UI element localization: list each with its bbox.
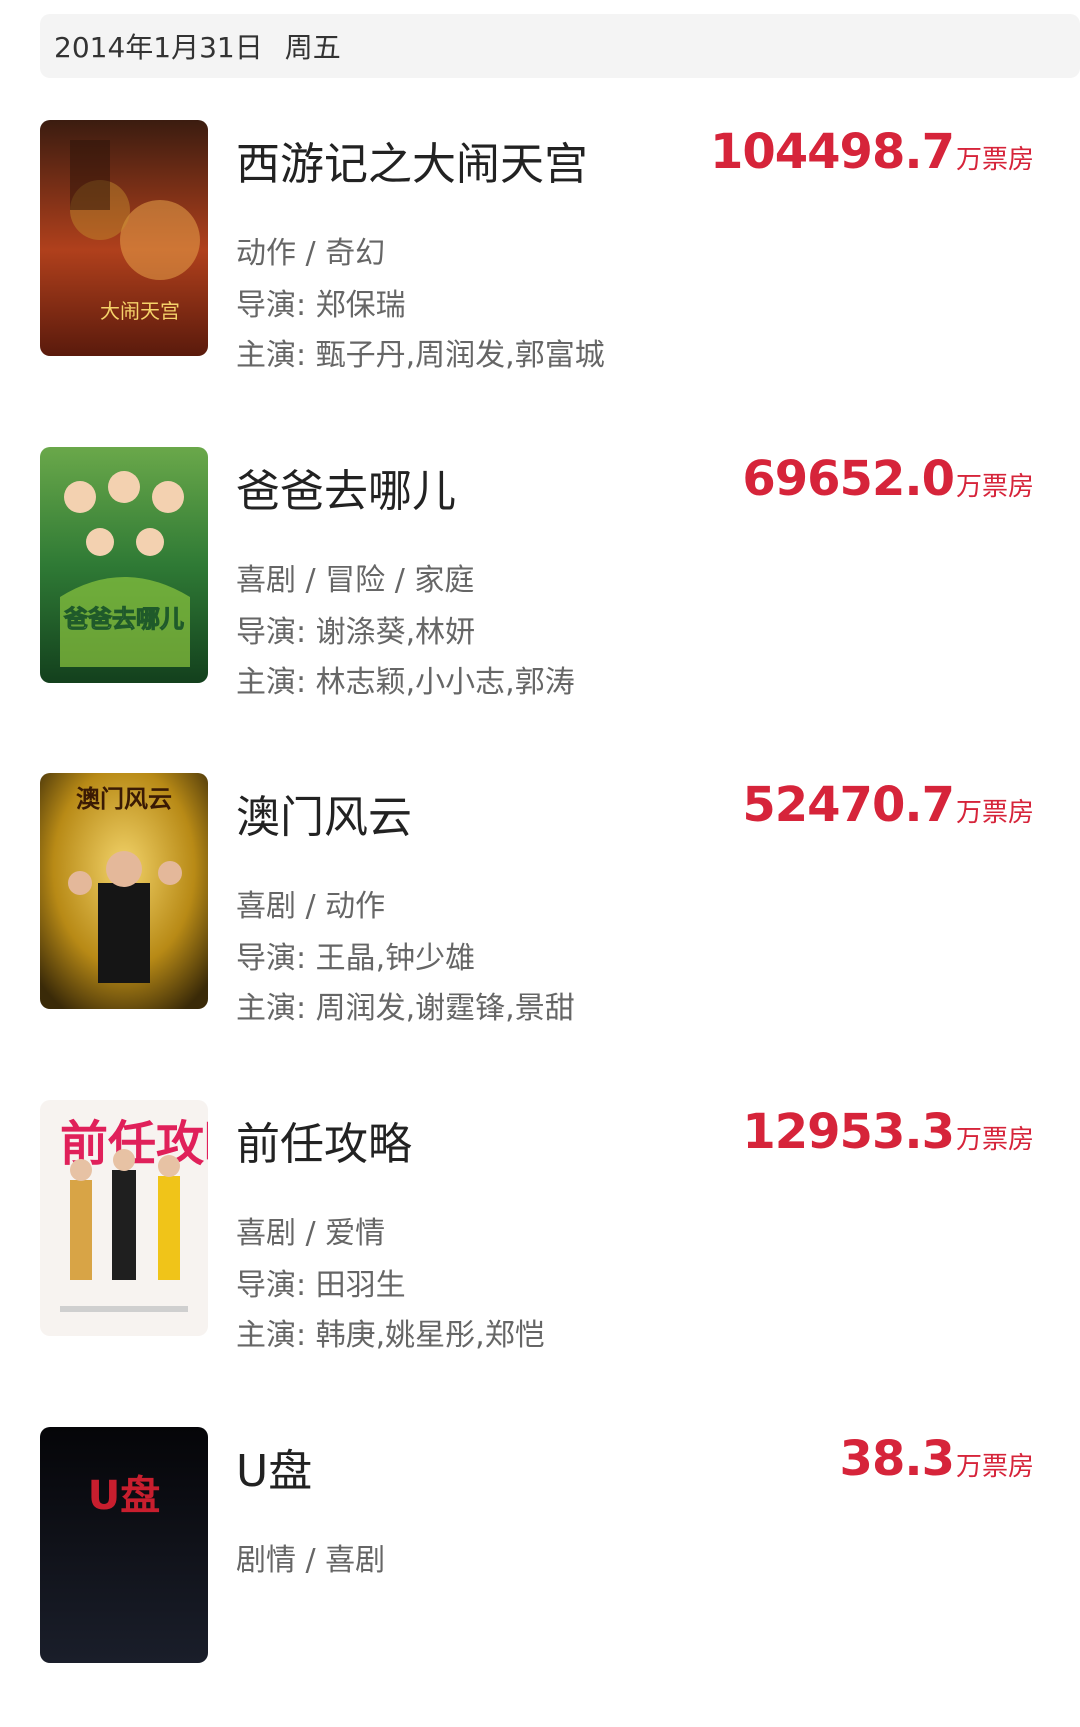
movie-poster[interactable]: 澳门风云 [40, 773, 208, 1009]
poster-title-text: 爸爸去哪儿 [63, 605, 184, 633]
box-office-unit: 万票房 [955, 472, 1034, 502]
poster-image: U盘 [40, 1427, 208, 1663]
movie-director: 导演: 谢涤葵,林妍 [236, 615, 476, 650]
movie-cast: 主演: 甄子丹,周润发,郭富城 [236, 338, 605, 373]
box-office-value: 69652.0 [742, 451, 955, 507]
movie-title[interactable]: 爸爸去哪儿 [236, 455, 456, 519]
poster-image: 爸爸去哪儿 [40, 447, 208, 683]
box-office-value: 12953.3 [742, 1104, 955, 1160]
movie-genre: 喜剧 / 冒险 / 家庭 [236, 563, 475, 598]
box-office-unit: 万票房 [955, 145, 1034, 175]
box-office: 12953.3 万票房 [742, 1104, 1034, 1160]
poster-image: 澳门风云 [40, 773, 208, 1009]
movie-item[interactable]: 大闹天宫 西游记之大闹天宫 104498.7 万票房 动作 / 奇幻 导演: 郑… [0, 120, 1080, 420]
movie-genre: 动作 / 奇幻 [236, 236, 386, 271]
box-office: 104498.7 万票房 [710, 124, 1034, 180]
poster-title-text: 大闹天宫 [100, 299, 180, 323]
movie-title[interactable]: U盘 [236, 1435, 312, 1499]
poster-title-text: 澳门风云 [76, 785, 172, 813]
movie-genre: 喜剧 / 动作 [236, 889, 386, 924]
movie-poster[interactable]: 前任攻略 [40, 1100, 208, 1336]
movie-cast: 主演: 周润发,谢霆锋,景甜 [236, 991, 575, 1026]
movie-poster[interactable]: 爸爸去哪儿 [40, 447, 208, 683]
box-office-value: 104498.7 [709, 124, 955, 180]
movie-item[interactable]: 前任攻略 前任攻略 12953.3 万票房 喜剧 / 爱情 导演: 田羽生 主演… [0, 1100, 1080, 1400]
box-office-value: 38.3 [839, 1431, 955, 1487]
movie-title[interactable]: 西游记之大闹天宫 [236, 128, 588, 192]
box-office-value: 52470.7 [742, 777, 955, 833]
movie-title[interactable]: 澳门风云 [236, 781, 412, 845]
movie-list: 大闹天宫 西游记之大闹天宫 104498.7 万票房 动作 / 奇幻 导演: 郑… [0, 0, 1080, 1663]
movie-title[interactable]: 前任攻略 [236, 1108, 412, 1172]
box-office-unit: 万票房 [955, 1125, 1034, 1155]
box-office: 38.3 万票房 [840, 1431, 1034, 1487]
movie-director: 导演: 郑保瑞 [236, 288, 406, 323]
movie-item[interactable]: U盘 U盘 38.3 万票房 剧情 / 喜剧 [0, 1427, 1080, 1727]
movie-director: 导演: 王晶,钟少雄 [236, 941, 476, 976]
movie-poster[interactable]: 大闹天宫 [40, 120, 208, 356]
box-office-unit: 万票房 [955, 798, 1034, 828]
movie-director: 导演: 田羽生 [236, 1268, 406, 1303]
box-office: 69652.0 万票房 [742, 451, 1034, 507]
poster-image: 大闹天宫 [40, 120, 208, 356]
poster-title-text: U盘 [88, 1473, 160, 1519]
movie-genre: 剧情 / 喜剧 [236, 1543, 386, 1578]
box-office-unit: 万票房 [955, 1452, 1034, 1482]
movie-cast: 主演: 韩庚,姚星彤,郑恺 [236, 1318, 545, 1353]
movie-genre: 喜剧 / 爱情 [236, 1216, 386, 1251]
movie-item[interactable]: 澳门风云 澳门风云 52470.7 万票房 喜剧 / 动作 导演: 王晶,钟少雄… [0, 773, 1080, 1073]
movie-poster[interactable]: U盘 [40, 1427, 208, 1663]
box-office: 52470.7 万票房 [742, 777, 1034, 833]
movie-cast: 主演: 林志颖,小小志,郭涛 [236, 665, 575, 700]
movie-item[interactable]: 爸爸去哪儿 爸爸去哪儿 69652.0 万票房 喜剧 / 冒险 / 家庭 导演:… [0, 447, 1080, 747]
poster-image: 前任攻略 [40, 1100, 208, 1336]
